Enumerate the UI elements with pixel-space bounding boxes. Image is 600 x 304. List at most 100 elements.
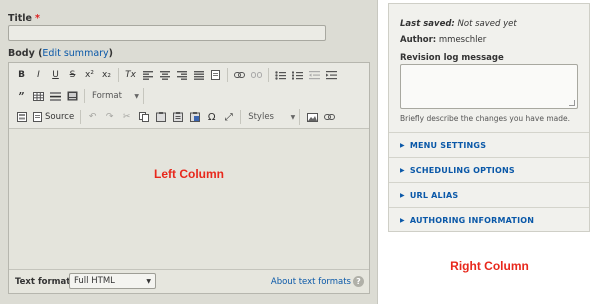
blockquote-button[interactable]: ” (13, 88, 30, 104)
toolbar-separator (227, 68, 228, 82)
templates-button[interactable] (13, 109, 30, 125)
format-dropdown[interactable]: Format ▼ (88, 88, 144, 104)
title-label-text: Title (8, 13, 32, 24)
paste-word-button[interactable] (186, 109, 203, 125)
table-button[interactable] (30, 88, 47, 104)
italic-button[interactable]: I (30, 67, 47, 83)
left-column: Title * Body (Edit summary) B I U S x² x₂… (0, 0, 378, 304)
cut-button[interactable]: ✂ (118, 109, 135, 125)
align-left-button[interactable] (139, 67, 156, 83)
omega-icon: Ω (207, 111, 216, 123)
subscript-button[interactable]: x₂ (98, 67, 115, 83)
link-icon (234, 72, 245, 78)
body-label-text: Body (8, 48, 35, 59)
last-saved-label: Last saved: (400, 19, 455, 29)
justify-button[interactable] (190, 67, 207, 83)
rich-text-editor: B I U S x² x₂ Tx ” Format ▼ Source ↶ ↷ ✂… (8, 62, 370, 294)
toolbar-separator (84, 89, 85, 103)
url-alias-section[interactable]: ▶ URL ALIAS (389, 182, 589, 207)
author-line: Author: mmeschler (400, 35, 486, 45)
meta-panel: Last saved: Not saved yet Author: mmesch… (388, 3, 590, 232)
paste-button[interactable] (207, 67, 224, 83)
align-center-icon (159, 70, 170, 80)
superscript-button[interactable]: x² (81, 67, 98, 83)
indent-button[interactable] (323, 67, 340, 83)
source-label: Source (45, 112, 75, 122)
link-icon (324, 114, 336, 120)
editor-toolbar: B I U S x² x₂ Tx ” Format ▼ Source ↶ ↷ ✂… (9, 63, 369, 129)
chevron-down-icon: ▼ (134, 92, 139, 100)
special-char-button[interactable]: Ω (203, 109, 220, 125)
author-label: Author: (400, 35, 437, 45)
image-button[interactable] (304, 109, 321, 125)
about-text-formats-link[interactable]: About text formats (271, 277, 351, 287)
triangle-right-icon: ▶ (400, 141, 405, 149)
align-center-button[interactable] (156, 67, 173, 83)
underline-button[interactable]: U (47, 67, 64, 83)
outdent-button[interactable] (306, 67, 323, 83)
help-icon[interactable]: ? (353, 276, 364, 287)
toolbar-separator (80, 110, 82, 124)
text-format-select[interactable]: Full HTML ▼ (69, 273, 156, 289)
styles-dropdown[interactable]: Styles ▼ (244, 109, 301, 125)
toolbar-separator (268, 68, 269, 82)
title-label: Title * (8, 13, 40, 24)
templates-icon (16, 112, 27, 122)
blockquote-icon: ” (18, 89, 25, 103)
strikethrough-button[interactable]: S (64, 67, 81, 83)
numbered-list-icon (292, 71, 303, 79)
horizontal-rule-button[interactable] (47, 88, 64, 104)
align-right-button[interactable] (173, 67, 190, 83)
document-icon (211, 70, 220, 80)
revision-log-label: Revision log message (400, 53, 504, 63)
toolbar-separator (240, 110, 242, 124)
toolbar-separator (118, 68, 119, 82)
revision-log-description: Briefly describe the changes you have ma… (400, 114, 571, 123)
link-button[interactable] (231, 67, 248, 83)
remove-format-button[interactable]: Tx (122, 67, 139, 83)
align-right-icon (176, 70, 187, 80)
align-left-icon (142, 70, 153, 80)
styles-dropdown-label: Styles (248, 112, 274, 122)
menu-settings-section[interactable]: ▶ MENU SETTINGS (389, 132, 589, 157)
paste-text-button[interactable] (169, 109, 186, 125)
text-format-value: Full HTML (74, 276, 115, 286)
editor-content-area[interactable] (9, 130, 369, 270)
bold-button[interactable]: B (13, 67, 30, 83)
numbered-list-button[interactable] (289, 67, 306, 83)
bulleted-list-button[interactable] (272, 67, 289, 83)
outdent-icon (309, 70, 320, 79)
edit-summary-link[interactable]: Edit summary (42, 48, 108, 59)
unlink-button[interactable] (248, 67, 265, 83)
image-icon (307, 112, 319, 122)
indent-icon (326, 70, 337, 79)
media-embed-button[interactable] (64, 88, 81, 104)
media-icon (67, 91, 78, 101)
maximize-button[interactable]: ⤢ (220, 109, 237, 125)
last-saved-line: Last saved: Not saved yet (400, 19, 517, 29)
title-input[interactable] (8, 25, 326, 41)
body-label: Body (Edit summary) (8, 48, 114, 59)
maximize-icon: ⤢ (224, 111, 233, 123)
paste-clipboard-button[interactable] (152, 109, 169, 125)
triangle-right-icon: ▶ (400, 166, 405, 174)
undo-button[interactable]: ↶ (84, 109, 101, 125)
paste-word-icon (189, 112, 200, 122)
left-column-caption: Left Column (154, 167, 224, 181)
link-image-button[interactable] (321, 109, 338, 125)
text-format-label: Text format (15, 277, 71, 287)
paste-text-icon (172, 112, 183, 122)
triangle-right-icon: ▶ (400, 191, 405, 199)
cut-icon: ✂ (122, 112, 131, 122)
bulleted-list-icon (275, 70, 286, 80)
authoring-information-label: AUTHORING INFORMATION (409, 215, 535, 225)
revision-log-textarea[interactable] (400, 64, 578, 109)
authoring-information-section[interactable]: ▶ AUTHORING INFORMATION (389, 207, 589, 232)
redo-button[interactable]: ↷ (101, 109, 118, 125)
horizontal-rule-icon (50, 91, 61, 101)
scheduling-options-section[interactable]: ▶ SCHEDULING OPTIONS (389, 157, 589, 182)
right-column: Last saved: Not saved yet Author: mmesch… (379, 0, 600, 304)
source-button[interactable]: Source (30, 112, 77, 122)
redo-icon: ↷ (105, 112, 114, 122)
copy-button[interactable] (135, 109, 152, 125)
